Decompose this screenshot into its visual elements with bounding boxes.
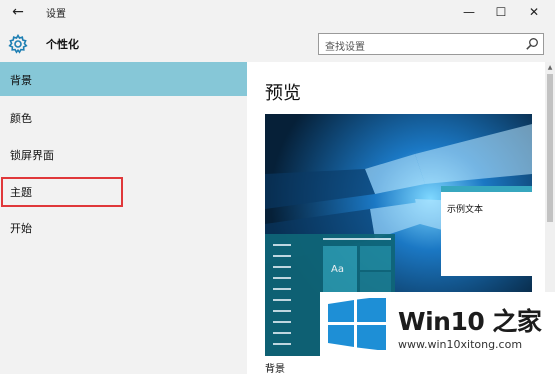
tile-label: Aa: [331, 264, 344, 275]
preview-tile-large: Aa: [323, 246, 357, 296]
sidebar-item-label: 背景: [10, 74, 32, 87]
sidebar-item-label: 开始: [10, 222, 32, 235]
close-button[interactable]: ✕: [517, 0, 551, 25]
scrollbar-thumb[interactable]: [547, 74, 553, 222]
preview-tile: [360, 246, 391, 270]
sidebar-item-colors[interactable]: 颜色: [0, 100, 247, 134]
watermark-url: www.win10xitong.com: [398, 338, 523, 351]
background-section-label: 背景: [265, 364, 285, 374]
search-icon[interactable]: [525, 37, 539, 51]
annotation-highlight-box: [1, 177, 123, 207]
sidebar-item-label: 锁屏界面: [10, 149, 54, 162]
sample-window-line: [449, 196, 467, 198]
page-header: 个性化 查找设置: [0, 25, 555, 62]
search-input[interactable]: 查找设置: [318, 33, 544, 55]
sidebar-item-start[interactable]: 开始: [0, 210, 247, 244]
back-button[interactable]: ←: [8, 3, 28, 21]
sidebar-item-label: 颜色: [10, 112, 32, 125]
sample-text: 示例文本: [447, 205, 484, 215]
windows-logo-icon: [328, 298, 386, 350]
gear-icon: [8, 34, 28, 54]
maximize-button[interactable]: ☐: [484, 0, 518, 25]
tile-group-header: [323, 238, 391, 240]
sidebar-item-background[interactable]: 背景: [0, 62, 247, 96]
title-bar: ← 设置 — ☐ ✕: [0, 0, 555, 25]
sample-window-titlebar: [441, 186, 532, 192]
sidebar: 背景 颜色 锁屏界面 主题 开始: [0, 62, 247, 374]
watermark-brand: Win10 之家: [398, 307, 542, 336]
scroll-up-arrow-icon[interactable]: ▲: [546, 64, 554, 72]
search-placeholder: 查找设置: [325, 42, 365, 53]
preview-heading: 预览: [265, 83, 301, 104]
sidebar-item-lock-screen[interactable]: 锁屏界面: [0, 137, 247, 171]
minimize-button[interactable]: —: [452, 0, 486, 25]
page-title: 个性化: [46, 38, 79, 51]
start-menu-list: [273, 244, 291, 354]
watermark: Win10 之家 www.win10xitong.com: [320, 292, 555, 374]
sample-window: 示例文本: [441, 186, 532, 276]
window-title: 设置: [46, 9, 66, 20]
